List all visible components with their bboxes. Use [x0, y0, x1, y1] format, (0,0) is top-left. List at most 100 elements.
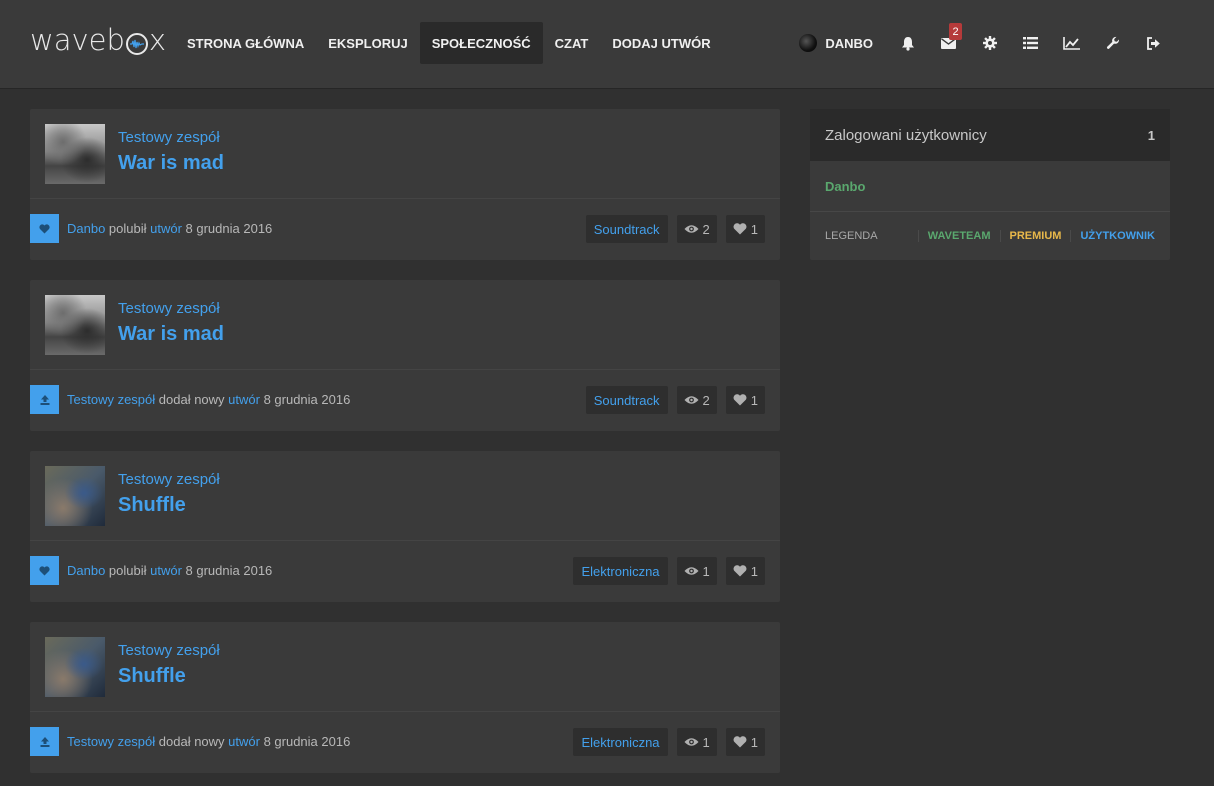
nav-explore[interactable]: EKSPLORUJ — [316, 22, 419, 64]
views-count: 1 — [676, 557, 717, 585]
like-button[interactable]: 1 — [725, 386, 765, 414]
legend: LEGENDA WAVETEAM PREMIUM UŻYTKOWNIK — [810, 212, 1170, 260]
genre-tag[interactable]: Elektroniczna — [573, 728, 668, 756]
activity-text: Testowy zespół dodał nowy utwór 8 grudni… — [67, 734, 350, 749]
notifications-button[interactable] — [887, 22, 928, 64]
wavebox-logo[interactable]: waveb x — [30, 26, 166, 55]
track-stats: Elektroniczna 1 1 — [573, 557, 765, 585]
eye-icon — [684, 738, 699, 746]
card-header: Testowy zespół Shuffle — [30, 451, 780, 541]
card-footer: Danbo polubił utwór 8 grudnia 2016 Sound… — [30, 199, 780, 259]
online-users-header: Zalogowani użytkownicy 1 — [810, 109, 1170, 161]
user-menu[interactable]: DANBO — [799, 34, 873, 52]
like-button[interactable]: 1 — [725, 215, 765, 243]
likes-value: 1 — [750, 563, 758, 579]
activity-text: Testowy zespół dodał nowy utwór 8 grudni… — [67, 392, 350, 407]
legend-label: LEGENDA — [825, 230, 878, 242]
object-link[interactable]: utwór — [228, 734, 260, 749]
views-value: 1 — [702, 734, 710, 750]
upload-icon — [30, 385, 59, 414]
object-link[interactable]: utwór — [150, 221, 182, 236]
genre-tag[interactable]: Soundtrack — [585, 386, 668, 414]
track-cover[interactable] — [45, 124, 105, 184]
card-footer: Danbo polubił utwór 8 grudnia 2016 Elekt… — [30, 541, 780, 601]
bell-icon — [901, 36, 914, 51]
actor-link[interactable]: Testowy zespół — [67, 392, 155, 407]
artist-link[interactable]: Testowy zespół — [118, 129, 220, 146]
stats-button[interactable] — [1051, 22, 1092, 64]
actor-link[interactable]: Testowy zespół — [67, 734, 155, 749]
nav-chat[interactable]: CZAT — [543, 22, 601, 64]
chart-line-icon — [1063, 36, 1080, 50]
track-title-link[interactable]: War is mad — [118, 152, 224, 175]
object-link[interactable]: utwór — [150, 563, 182, 578]
actor-link[interactable]: Danbo — [67, 221, 105, 236]
online-user-link[interactable]: Danbo — [810, 161, 1170, 212]
card-header: Testowy zespół War is mad — [30, 280, 780, 370]
feed-card: Testowy zespół Shuffle Testowy zespół do… — [30, 622, 780, 773]
activity-text: Danbo polubił utwór 8 grudnia 2016 — [67, 563, 272, 578]
track-stats: Soundtrack 2 1 — [585, 386, 765, 414]
views-value: 2 — [702, 221, 710, 237]
eye-icon — [684, 396, 699, 404]
eye-icon — [684, 225, 699, 233]
activity-date: 8 grudnia 2016 — [181, 563, 273, 578]
like-button[interactable]: 1 — [725, 557, 765, 585]
track-title-link[interactable]: Shuffle — [118, 665, 186, 688]
nav-home[interactable]: STRONA GŁÓWNA — [175, 22, 316, 64]
nav-community[interactable]: SPOŁECZNOŚĆ — [419, 22, 543, 64]
genre-tag[interactable]: Elektroniczna — [573, 557, 668, 585]
activity-feed: Testowy zespół War is mad Danbo polubił … — [30, 109, 780, 786]
actor-link[interactable]: Danbo — [67, 563, 105, 578]
genre-tag[interactable]: Soundtrack — [585, 215, 668, 243]
likes-value: 1 — [750, 734, 758, 750]
views-value: 1 — [702, 563, 710, 579]
messages-button[interactable]: 2 — [928, 22, 969, 64]
activity-date: 8 grudnia 2016 — [181, 221, 273, 236]
artist-link[interactable]: Testowy zespół — [118, 300, 220, 317]
track-cover[interactable] — [45, 466, 105, 526]
card-footer: Testowy zespół dodał nowy utwór 8 grudni… — [30, 370, 780, 430]
heart-icon — [733, 223, 747, 235]
views-value: 2 — [702, 392, 710, 408]
legend-user: UŻYTKOWNIK — [1070, 230, 1155, 242]
action-verb: dodał nowy — [155, 392, 229, 407]
avatar — [799, 34, 818, 52]
nav-add-track[interactable]: DODAJ UTWÓR — [600, 22, 722, 64]
feed-card: Testowy zespół Shuffle Danbo polubił utw… — [30, 451, 780, 602]
card-footer: Testowy zespół dodał nowy utwór 8 grudni… — [30, 712, 780, 772]
list-button[interactable] — [1010, 22, 1051, 64]
action-verb: polubił — [105, 563, 151, 578]
top-navbar: waveb x STRONA GŁÓWNA EKSPLORUJ SPOŁECZNO… — [0, 0, 1214, 89]
activity-date: 8 grudnia 2016 — [259, 734, 351, 749]
track-cover[interactable] — [45, 295, 105, 355]
object-link[interactable]: utwór — [228, 392, 260, 407]
online-count: 1 — [1147, 127, 1155, 143]
legend-premium: PREMIUM — [999, 230, 1071, 242]
track-title-link[interactable]: War is mad — [118, 323, 224, 346]
track-cover[interactable] — [45, 637, 105, 697]
track-title-link[interactable]: Shuffle — [118, 494, 186, 517]
likes-value: 1 — [750, 221, 758, 237]
feed-card: Testowy zespół War is mad Testowy zespół… — [30, 280, 780, 431]
online-users-panel: Zalogowani użytkownicy 1 Danbo LEGENDA W… — [810, 109, 1170, 260]
like-button[interactable]: 1 — [725, 728, 765, 756]
user-nav: DANBO 2 — [799, 22, 1174, 64]
logout-button[interactable] — [1133, 22, 1174, 64]
settings-button[interactable] — [969, 22, 1010, 64]
track-stats: Elektroniczna 1 1 — [573, 728, 765, 756]
activity-date: 8 grudnia 2016 — [259, 392, 351, 407]
main-nav: STRONA GŁÓWNA EKSPLORUJ SPOŁECZNOŚĆ CZAT… — [175, 22, 723, 64]
action-verb: dodał nowy — [155, 734, 229, 749]
heart-icon — [733, 394, 747, 406]
heart-icon — [30, 556, 59, 585]
views-count: 2 — [676, 215, 717, 243]
artist-link[interactable]: Testowy zespół — [118, 642, 220, 659]
gear-icon — [982, 36, 997, 50]
artist-link[interactable]: Testowy zespół — [118, 471, 220, 488]
sign-out-icon — [1147, 36, 1160, 50]
list-icon — [1023, 37, 1038, 49]
admin-button[interactable] — [1092, 22, 1133, 64]
legend-waveteam: WAVETEAM — [917, 230, 1000, 242]
user-name: DANBO — [825, 35, 873, 51]
